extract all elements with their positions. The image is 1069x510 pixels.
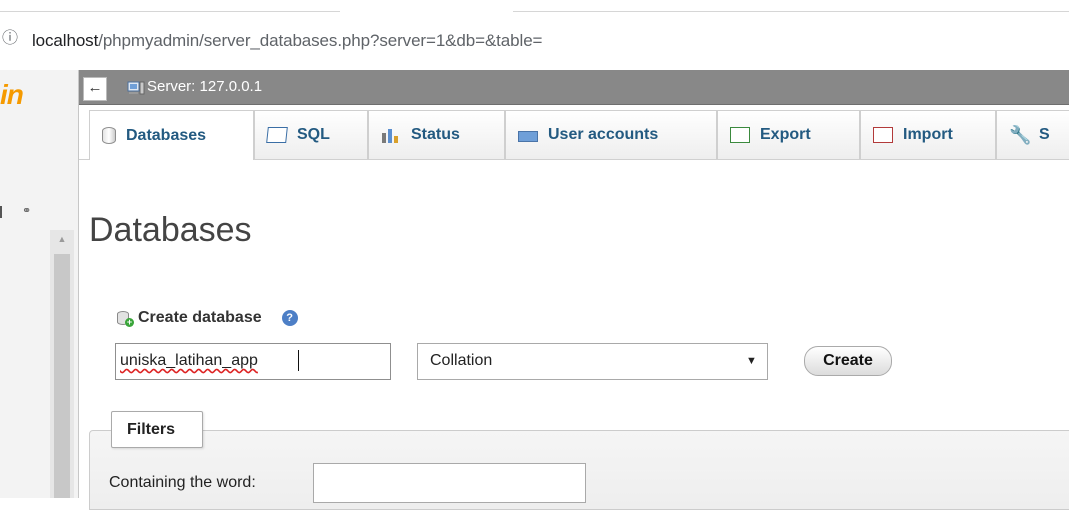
collapse-navigation-button[interactable]: ← xyxy=(83,77,107,101)
export-icon xyxy=(730,127,750,143)
create-button[interactable]: Create xyxy=(804,346,892,376)
tab-settings[interactable]: 🔧 S xyxy=(996,110,1069,159)
info-circle-icon[interactable]: ⓘ xyxy=(2,31,18,47)
status-chart-icon xyxy=(381,127,401,143)
tab-label: Export xyxy=(760,126,811,143)
create-database-heading: + Create database ? xyxy=(116,306,298,330)
tab-label: User accounts xyxy=(548,126,659,143)
navigation-panel: in ⚭ ▲ xyxy=(0,70,79,498)
sql-icon xyxy=(266,127,288,143)
chain-link-icon[interactable]: ⚭ xyxy=(22,206,38,217)
url-host: localhost xyxy=(32,31,99,50)
url-path: /phpmyadmin/server_databases.php?server=… xyxy=(98,31,543,50)
url-text[interactable]: localhost/phpmyadmin/server_databases.ph… xyxy=(32,31,542,51)
chevron-down-icon[interactable]: ▼ xyxy=(746,354,757,368)
nav-divider xyxy=(0,206,2,218)
tab-label: S xyxy=(1039,126,1050,143)
scrollbar-thumb[interactable] xyxy=(54,254,70,498)
create-database-label: Create database xyxy=(138,309,262,326)
filters-legend: Filters xyxy=(111,411,203,448)
user-accounts-icon xyxy=(518,130,538,142)
create-database-icon: + xyxy=(116,310,134,327)
text-caret xyxy=(298,350,299,371)
server-icon xyxy=(127,81,145,95)
containing-word-input[interactable] xyxy=(313,463,586,503)
collation-selected-value: Collation xyxy=(430,352,493,369)
server-link[interactable]: Server: 127.0.0.1 xyxy=(147,78,262,96)
tab-status[interactable]: Status xyxy=(368,110,505,159)
top-menu-tabs: Databases SQL Status User accounts Expor… xyxy=(79,105,1069,160)
tab-label: Import xyxy=(903,126,953,143)
import-icon xyxy=(873,127,893,143)
tab-databases[interactable]: Databases xyxy=(89,110,254,160)
browser-tab-strip xyxy=(0,0,1069,12)
tab-user-accounts[interactable]: User accounts xyxy=(505,110,717,159)
tab-label: SQL xyxy=(297,126,330,143)
page-title: Databases xyxy=(89,211,252,249)
scroll-up-arrow-icon[interactable]: ▲ xyxy=(50,230,74,248)
server-breadcrumb-bar: ← Server: 127.0.0.1 xyxy=(79,70,1069,105)
tab-export[interactable]: Export xyxy=(717,110,860,159)
tab-label: Status xyxy=(411,126,460,143)
wrench-icon: 🔧 xyxy=(1009,125,1032,145)
tab-label: Databases xyxy=(126,126,207,144)
database-icon xyxy=(102,127,116,144)
phpmyadmin-logo[interactable]: in xyxy=(0,80,24,110)
database-name-value: uniska_latihan_app xyxy=(120,352,258,369)
tab-import[interactable]: Import xyxy=(860,110,996,159)
address-bar[interactable]: ⓘ localhost/phpmyadmin/server_databases.… xyxy=(0,12,1069,70)
containing-word-label: Containing the word: xyxy=(109,474,256,491)
tab-sql[interactable]: SQL xyxy=(254,110,368,159)
help-icon[interactable]: ? xyxy=(281,310,298,326)
